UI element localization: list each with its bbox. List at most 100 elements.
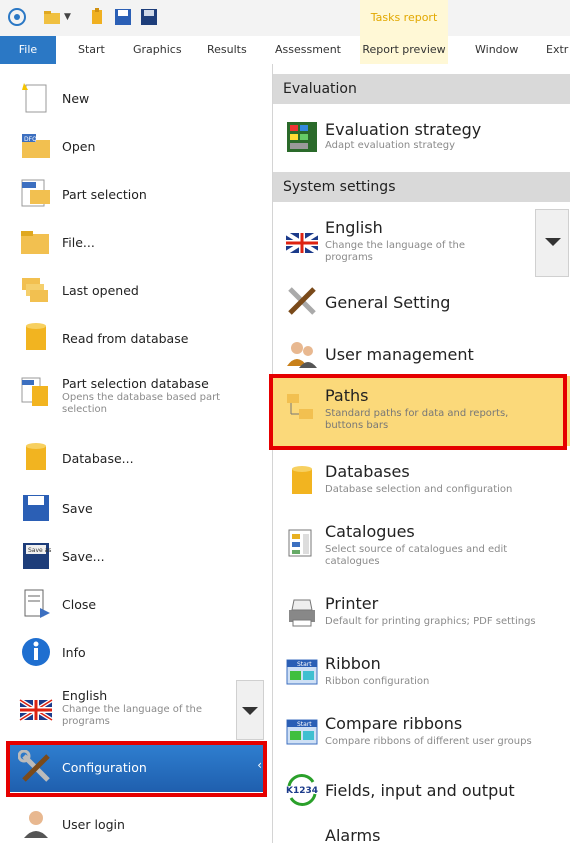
menu-item-label: File... [62, 235, 95, 250]
section-header-system-settings: System settings [273, 172, 570, 202]
svg-text:Start: Start [297, 661, 312, 668]
config-item-label: Alarms [325, 826, 381, 845]
dropdown-arrow-icon[interactable]: ▼ [64, 12, 71, 34]
menu-item-label: Part selection database [62, 376, 209, 391]
chevron-down-icon [242, 707, 258, 715]
menu-item-label: English [62, 688, 108, 703]
k1234-fields-icon: K1234 [286, 774, 318, 806]
config-item-label: General Setting [325, 293, 451, 312]
tab-results[interactable]: Results [207, 36, 247, 64]
user-icon [24, 811, 48, 838]
menu-item-new[interactable]: New [0, 76, 272, 120]
config-item-general-setting[interactable]: General Setting [273, 280, 570, 324]
menu-item-label: Open [62, 139, 96, 154]
menu-item-close[interactable]: Close [0, 582, 272, 626]
help-icon[interactable] [6, 6, 28, 28]
config-item-description: Change the language of the programs [325, 240, 466, 263]
new-file-icon[interactable] [86, 6, 108, 28]
menu-item-info[interactable]: Info [0, 630, 272, 674]
menu-item-last-opened[interactable]: Last opened [0, 268, 272, 312]
config-item-description: Database selection and configuration [325, 484, 513, 495]
menu-item-label: User login [62, 817, 125, 832]
highlight-box-paths [269, 374, 567, 450]
config-item-description: Default for printing graphics; PDF setti… [325, 616, 536, 627]
menu-item-language[interactable]: English Change the language of the progr… [0, 682, 272, 738]
folder-open-icon [21, 231, 49, 254]
menu-item-open[interactable]: DFQ Open [0, 124, 272, 168]
config-item-description: Compare ribbons of different user groups [325, 736, 532, 747]
printer-icon [289, 599, 315, 627]
menu-item-label: Database... [62, 451, 134, 466]
tab-graphics[interactable]: Graphics [133, 36, 182, 64]
config-item-description: Select source of catalogues and edit cat… [325, 544, 508, 567]
menu-item-description: Change the language of the programs [62, 704, 203, 727]
menu-item-label: Save... [62, 549, 105, 564]
configuration-panel: Evaluation Evaluation strategy Adapt eva… [269, 64, 570, 845]
catalogue-icon [288, 529, 312, 557]
tab-assessment[interactable]: Assessment [275, 36, 341, 64]
menu-item-label: Read from database [62, 331, 189, 346]
menu-item-part-selection[interactable]: Part selection [0, 172, 272, 216]
menu-item-save-as[interactable]: Save as Save... [0, 534, 272, 578]
open-folder-icon[interactable] [42, 6, 64, 28]
tab-report-preview[interactable]: Report preview [360, 36, 448, 64]
config-item-alarms[interactable]: Alarms [273, 820, 570, 845]
svg-text:K1234: K1234 [286, 786, 318, 796]
save-icon[interactable] [112, 6, 134, 28]
ribbon-icon: Start [286, 659, 318, 685]
menu-item-label: Close [62, 597, 97, 612]
new-document-icon [22, 83, 47, 113]
save-as-icon[interactable] [138, 6, 160, 28]
part-selection-icon [21, 179, 50, 207]
config-item-description: Adapt evaluation strategy [325, 140, 456, 151]
menu-item-save[interactable]: Save [0, 486, 272, 530]
svg-text:Save as: Save as [28, 547, 51, 554]
menu-item-file[interactable]: File... [0, 220, 272, 264]
users-icon [287, 342, 317, 368]
section-header-evaluation: Evaluation [273, 74, 570, 104]
tools-icon [288, 287, 316, 315]
close-document-icon [24, 589, 50, 618]
config-item-ribbon[interactable]: Start Ribbon Ribbon configuration [273, 650, 570, 706]
config-item-language[interactable]: English Change the language of the progr… [273, 210, 570, 270]
config-item-compare-ribbons[interactable]: Start Compare ribbons Compare ribbons of… [273, 710, 570, 766]
part-selection-database-icon [21, 377, 48, 406]
config-item-databases[interactable]: Databases Database selection and configu… [273, 458, 570, 514]
menu-item-database[interactable]: Database... [0, 436, 272, 480]
language-dropdown-button[interactable] [535, 209, 569, 277]
menu-item-read-from-database[interactable]: Read from database [0, 316, 272, 360]
config-item-fields-input-output[interactable]: K1234 Fields, input and output [273, 768, 570, 812]
backstage-menu: New DFQ Open Part selection File... Last… [0, 64, 273, 843]
config-item-user-management[interactable]: User management [273, 332, 570, 376]
open-dfq-icon: DFQ [22, 134, 50, 158]
config-item-label: Catalogues [325, 522, 415, 541]
config-item-label: Evaluation strategy [325, 120, 482, 139]
config-item-description: Ribbon configuration [325, 676, 430, 687]
tab-start[interactable]: Start [78, 36, 105, 64]
svg-text:Start: Start [297, 721, 312, 728]
database-icon [26, 323, 46, 350]
tab-file[interactable]: File [0, 36, 56, 64]
config-item-label: Databases [325, 462, 410, 481]
config-item-label: Ribbon [325, 654, 381, 673]
quick-access-toolbar: ▼ Tasks report [0, 0, 570, 36]
config-item-evaluation-strategy[interactable]: Evaluation strategy Adapt evaluation str… [273, 112, 570, 168]
config-item-label: User management [325, 345, 474, 364]
tasks-report-context-tab[interactable]: Tasks report [360, 0, 448, 36]
menu-item-part-selection-database[interactable]: Part selection database Opens the databa… [0, 370, 272, 430]
tab-window[interactable]: Window [475, 36, 518, 64]
uk-flag-icon [18, 698, 54, 722]
config-item-printer[interactable]: Printer Default for printing graphics; P… [273, 590, 570, 646]
uk-flag-icon [285, 231, 319, 255]
config-item-catalogues[interactable]: Catalogues Select source of catalogues a… [273, 518, 570, 580]
menu-item-label: Info [62, 645, 86, 660]
menu-item-description: Opens the database based part selection [62, 392, 221, 415]
menu-item-label: New [62, 91, 90, 106]
last-opened-folders-icon [22, 278, 48, 302]
menu-item-label: Last opened [62, 283, 139, 298]
language-dropdown-button[interactable] [236, 680, 264, 740]
menu-item-user-login[interactable]: User login [0, 802, 272, 846]
tab-extras[interactable]: Extr [546, 36, 568, 64]
config-item-label: English [325, 218, 383, 237]
config-item-label: Printer [325, 594, 379, 613]
